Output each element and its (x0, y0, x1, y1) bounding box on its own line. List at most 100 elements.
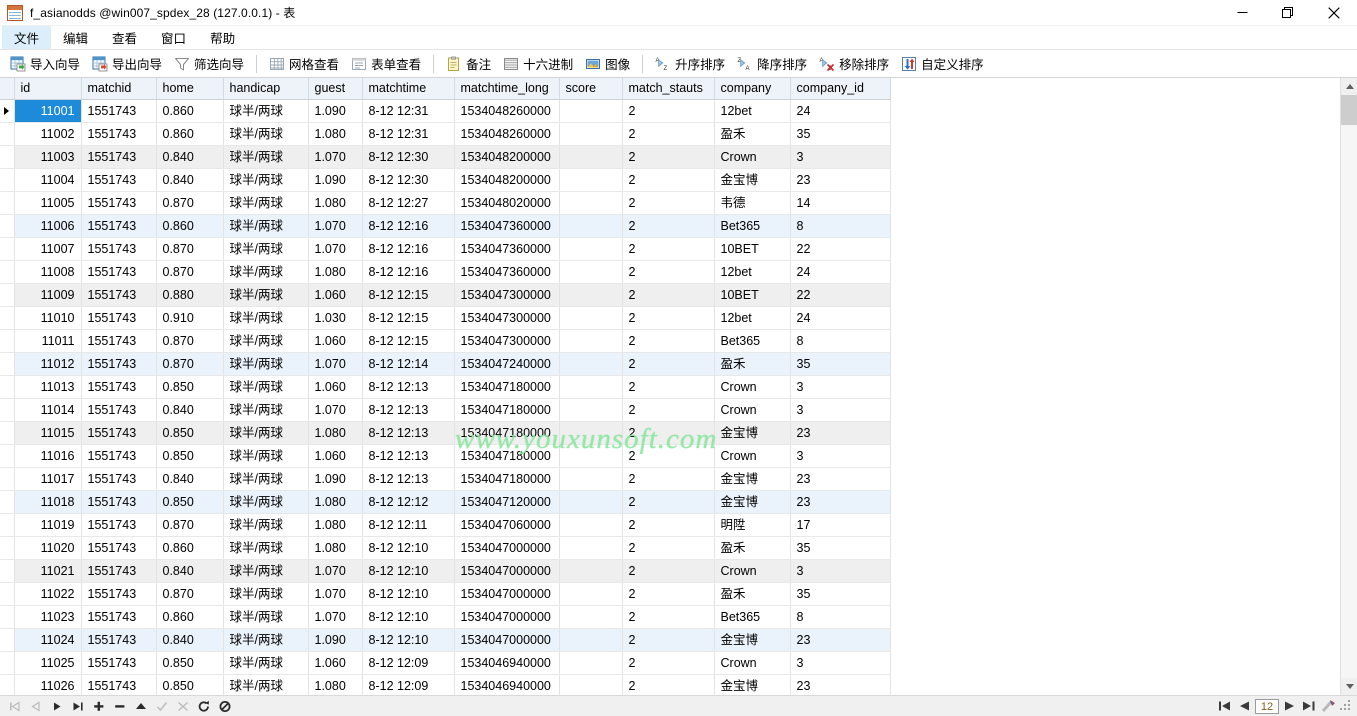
cell-company_id[interactable]: 35 (790, 536, 891, 560)
cell-matchid[interactable]: 1551743 (81, 628, 157, 652)
cell-score[interactable] (559, 329, 623, 353)
scrollbar-thumb[interactable] (1341, 95, 1357, 125)
cell-matchid[interactable]: 1551743 (81, 122, 157, 146)
cell-handicap[interactable]: 球半/两球 (223, 490, 309, 514)
cell-home[interactable]: 0.860 (156, 214, 224, 238)
remove-sort-button[interactable]: AZ 移除排序 (813, 52, 895, 76)
cell-matchtime[interactable]: 8-12 12:10 (362, 605, 455, 629)
cell-matchtime_long[interactable]: 1534047180000 (454, 398, 560, 422)
row-selector-cell[interactable] (0, 559, 15, 583)
row-selector-cell[interactable] (0, 490, 15, 514)
cell-matchtime_long[interactable]: 1534048260000 (454, 99, 560, 123)
cell-match_stauts[interactable]: 2 (622, 191, 715, 215)
cell-score[interactable] (559, 168, 623, 192)
table-row[interactable]: 11003 1551743 0.840 球半/两球 1.070 8-12 12:30 153… (0, 145, 891, 169)
cell-guest[interactable]: 1.080 (308, 513, 363, 537)
cell-home[interactable]: 0.840 (156, 559, 224, 583)
cell-match_stauts[interactable]: 2 (622, 283, 715, 307)
row-selector-cell[interactable] (0, 237, 15, 261)
nav-next-record-button[interactable] (47, 697, 66, 716)
table-row[interactable]: 11020 1551743 0.860 球半/两球 1.080 8-12 12:10 153… (0, 536, 891, 560)
cell-handicap[interactable]: 球半/两球 (223, 375, 309, 399)
table-row[interactable]: 11004 1551743 0.840 球半/两球 1.090 8-12 12:30 153… (0, 168, 891, 192)
cell-matchtime[interactable]: 8-12 12:10 (362, 582, 455, 606)
column-header-guest[interactable]: guest (308, 78, 363, 100)
cell-matchtime[interactable]: 8-12 12:15 (362, 329, 455, 353)
cell-company[interactable]: Bet365 (714, 605, 791, 629)
cell-company_id[interactable]: 35 (790, 352, 891, 376)
cell-match_stauts[interactable]: 2 (622, 99, 715, 123)
row-selector-cell[interactable] (0, 191, 15, 215)
cell-score[interactable] (559, 99, 623, 123)
cell-score[interactable] (559, 283, 623, 307)
cell-company[interactable]: 明陞 (714, 513, 791, 537)
cell-matchtime[interactable]: 8-12 12:10 (362, 559, 455, 583)
cell-match_stauts[interactable]: 2 (622, 674, 715, 695)
cell-matchid[interactable]: 1551743 (81, 283, 157, 307)
cell-id[interactable]: 11006 (14, 214, 82, 238)
row-selector-cell[interactable] (0, 99, 15, 123)
next-page-button[interactable] (1282, 698, 1298, 714)
cell-home[interactable]: 0.840 (156, 398, 224, 422)
cell-matchtime[interactable]: 8-12 12:12 (362, 490, 455, 514)
cell-handicap[interactable]: 球半/两球 (223, 398, 309, 422)
cell-matchtime[interactable]: 8-12 12:15 (362, 283, 455, 307)
cell-match_stauts[interactable]: 2 (622, 375, 715, 399)
cell-handicap[interactable]: 球半/两球 (223, 421, 309, 445)
column-header-match_stauts[interactable]: match_stauts (622, 78, 715, 100)
cell-home[interactable]: 0.850 (156, 444, 224, 468)
column-header-matchtime_long[interactable]: matchtime_long (454, 78, 560, 100)
table-row[interactable]: 11016 1551743 0.850 球半/两球 1.060 8-12 12:13 153… (0, 444, 891, 468)
cell-id[interactable]: 11007 (14, 237, 82, 261)
minimize-button[interactable] (1219, 0, 1265, 26)
cell-home[interactable]: 0.870 (156, 191, 224, 215)
cell-matchtime_long[interactable]: 1534047360000 (454, 214, 560, 238)
cell-matchtime[interactable]: 8-12 12:15 (362, 306, 455, 330)
cell-score[interactable] (559, 559, 623, 583)
row-selector-cell[interactable] (0, 651, 15, 675)
cell-score[interactable] (559, 214, 623, 238)
cell-home[interactable]: 0.860 (156, 99, 224, 123)
cell-id[interactable]: 11002 (14, 122, 82, 146)
cell-id[interactable]: 11010 (14, 306, 82, 330)
cell-guest[interactable]: 1.070 (308, 605, 363, 629)
cell-score[interactable] (559, 467, 623, 491)
cell-company_id[interactable]: 23 (790, 490, 891, 514)
cell-matchtime_long[interactable]: 1534047300000 (454, 329, 560, 353)
cell-guest[interactable]: 1.080 (308, 122, 363, 146)
close-button[interactable] (1311, 0, 1357, 26)
cell-id[interactable]: 11008 (14, 260, 82, 284)
cell-matchid[interactable]: 1551743 (81, 559, 157, 583)
cell-matchid[interactable]: 1551743 (81, 605, 157, 629)
export-wizard-button[interactable]: 导出向导 (86, 52, 168, 76)
table-row[interactable]: 11026 1551743 0.850 球半/两球 1.080 8-12 12:09 153… (0, 674, 891, 695)
cell-id[interactable]: 11016 (14, 444, 82, 468)
menu-help[interactable]: 帮助 (198, 26, 247, 49)
cell-guest[interactable]: 1.060 (308, 329, 363, 353)
row-selector-cell[interactable] (0, 467, 15, 491)
cell-match_stauts[interactable]: 2 (622, 214, 715, 238)
cell-company_id[interactable]: 24 (790, 260, 891, 284)
cell-matchtime_long[interactable]: 1534047180000 (454, 467, 560, 491)
cell-id[interactable]: 11021 (14, 559, 82, 583)
row-selector-cell[interactable] (0, 421, 15, 445)
cell-matchtime_long[interactable]: 1534047000000 (454, 536, 560, 560)
scroll-up-button[interactable] (1341, 78, 1357, 95)
table-row[interactable]: 11019 1551743 0.870 球半/两球 1.080 8-12 12:11 153… (0, 513, 891, 537)
cell-matchid[interactable]: 1551743 (81, 99, 157, 123)
cell-score[interactable] (559, 375, 623, 399)
cell-id[interactable]: 11009 (14, 283, 82, 307)
cell-match_stauts[interactable]: 2 (622, 352, 715, 376)
page-number-input[interactable]: 12 (1255, 698, 1279, 714)
apply-page-button[interactable] (1320, 698, 1336, 714)
cell-id[interactable]: 11003 (14, 145, 82, 169)
column-header-matchtime[interactable]: matchtime (362, 78, 455, 100)
cell-guest[interactable]: 1.080 (308, 674, 363, 695)
cell-match_stauts[interactable]: 2 (622, 306, 715, 330)
cell-matchtime[interactable]: 8-12 12:10 (362, 628, 455, 652)
cell-id[interactable]: 11025 (14, 651, 82, 675)
menu-view[interactable]: 查看 (100, 26, 149, 49)
cell-handicap[interactable]: 球半/两球 (223, 651, 309, 675)
cell-match_stauts[interactable]: 2 (622, 398, 715, 422)
cell-guest[interactable]: 1.060 (308, 375, 363, 399)
